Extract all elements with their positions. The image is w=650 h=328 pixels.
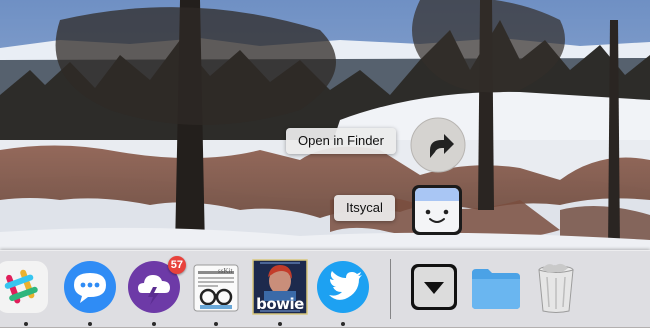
twitter-bird-icon	[317, 261, 369, 313]
dock-folder[interactable]	[468, 259, 524, 315]
dock-app-bowie[interactable]: bowie	[252, 259, 308, 315]
curved-arrow-icon	[410, 117, 466, 173]
dock-stack-down-arrow[interactable]	[406, 259, 462, 315]
dock-trash[interactable]	[528, 259, 584, 315]
dock-app-cloudy[interactable]: 57	[126, 256, 186, 315]
newsreader-icon-text: ssKit	[218, 267, 233, 275]
running-indicator	[341, 322, 345, 326]
folder-icon	[472, 269, 520, 309]
open-in-finder-label[interactable]: Open in Finder	[286, 128, 396, 154]
itsycal-face-icon	[412, 185, 462, 235]
running-indicator	[24, 322, 28, 326]
dock-app-newsreader[interactable]: ssKit	[188, 259, 244, 315]
dock-app-twitter[interactable]	[315, 259, 371, 315]
itsycal-app-icon[interactable]	[411, 184, 463, 236]
dock-separator	[390, 259, 391, 319]
bowie-icon-text: bowie	[256, 295, 304, 313]
down-arrow-stack-icon	[411, 264, 457, 310]
running-indicator	[152, 322, 156, 326]
running-indicator	[88, 322, 92, 326]
itsycal-label[interactable]: Itsycal	[334, 195, 395, 221]
notification-badge: 57	[167, 256, 186, 274]
messages-icon	[64, 261, 116, 313]
dock-app-messages[interactable]	[62, 259, 118, 315]
open-in-finder-button[interactable]	[410, 117, 466, 173]
trash-icon	[538, 263, 574, 313]
newsreader-icon	[193, 264, 239, 312]
running-indicator	[214, 322, 218, 326]
slack-icon	[0, 261, 48, 313]
dock: 57 ssKit bowie	[0, 250, 650, 328]
running-indicator	[278, 322, 282, 326]
dock-app-slack[interactable]	[0, 259, 50, 315]
